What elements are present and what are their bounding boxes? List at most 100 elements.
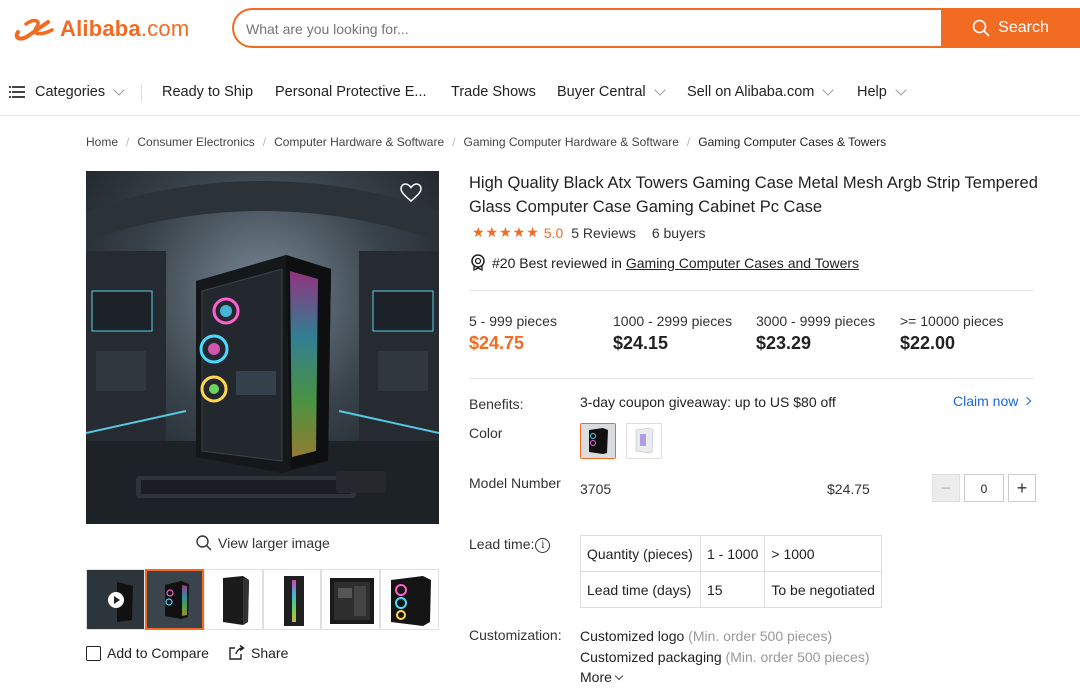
nav-help-label: Help xyxy=(857,84,887,100)
thumbnail-image[interactable] xyxy=(321,569,381,630)
customization-item-name: Customized packaging xyxy=(580,649,722,665)
chevron-down-icon xyxy=(113,84,125,96)
thumbnail-strip xyxy=(86,569,439,631)
view-larger-image-link[interactable]: View larger image xyxy=(196,535,330,551)
rating-score: 5.0 xyxy=(543,224,564,241)
quantity-stepper: − 0 + xyxy=(932,474,1036,502)
nav-buyer-central-label: Buyer Central xyxy=(557,84,646,100)
price-tier-range: 1000 - 2999 pieces xyxy=(613,313,733,329)
benefits-text: 3-day coupon giveaway: up to US $80 off xyxy=(580,394,836,410)
chevron-down-icon xyxy=(653,84,666,96)
divider xyxy=(469,290,1034,291)
color-label: Color xyxy=(469,425,503,441)
price-tier-value: $23.29 xyxy=(756,333,812,353)
customization-item: Customized packaging (Min. order 500 pie… xyxy=(580,649,869,665)
price-tier-value: $22.00 xyxy=(900,333,956,353)
thumbnail-image[interactable] xyxy=(203,569,263,630)
gaming-case-scene xyxy=(86,171,439,524)
nav-buyer-central[interactable]: Buyer Central xyxy=(557,84,666,100)
price-tier-range: 5 - 999 pieces xyxy=(469,313,557,329)
more-button[interactable]: More xyxy=(580,669,624,685)
breadcrumb-item[interactable]: Home xyxy=(86,135,118,149)
view-larger-label: View larger image xyxy=(218,535,330,551)
price-tier-range: >= 10000 pieces xyxy=(900,313,1004,329)
breadcrumb-item[interactable]: Gaming Computer Hardware & Software xyxy=(464,135,679,149)
chevron-right-icon xyxy=(1023,396,1032,406)
front-panel-thumbnail xyxy=(283,576,304,626)
customization-item-note: (Min. order 500 pieces) xyxy=(684,628,833,644)
lead-time-label-text: Lead time: xyxy=(469,536,535,552)
logo-suffix: .com xyxy=(140,16,190,41)
share-button[interactable]: Share xyxy=(228,645,288,661)
increase-quantity-button[interactable]: + xyxy=(1008,474,1036,502)
black-case-swatch xyxy=(581,424,615,458)
breadcrumb-separator: / xyxy=(452,135,456,149)
interior-thumbnail xyxy=(330,578,375,624)
reviews-link[interactable]: 5 Reviews xyxy=(571,225,636,241)
breadcrumb: Home / Consumer Electronics / Computer H… xyxy=(86,135,886,149)
thumbnail-image[interactable] xyxy=(144,569,204,630)
price-tier: 1000 - 2999 pieces $24.15 xyxy=(613,313,732,354)
model-number-label: Model Number xyxy=(469,475,561,491)
nav-help[interactable]: Help xyxy=(857,84,907,100)
nav-categories[interactable]: Categories xyxy=(9,84,125,100)
thumbnail-video[interactable] xyxy=(86,569,145,630)
nav-sell-label: Sell on Alibaba.com xyxy=(687,84,815,100)
nav-categories-label: Categories xyxy=(35,84,106,100)
table-cell: > 1000 xyxy=(764,535,882,572)
thumbnail-image[interactable] xyxy=(380,569,439,630)
thumbnail-image[interactable] xyxy=(262,569,322,630)
breadcrumb-separator: / xyxy=(126,135,130,149)
compare-checkbox[interactable] xyxy=(86,645,101,661)
nav-trade-shows[interactable]: Trade Shows xyxy=(451,84,536,100)
lead-time-table: Quantity (pieces) 1 - 1000 > 1000 Lead t… xyxy=(580,535,882,608)
best-reviewed-category-link[interactable]: Gaming Computer Cases and Towers xyxy=(626,255,859,271)
breadcrumb-item-current[interactable]: Gaming Computer Cases & Towers xyxy=(698,135,886,149)
table-cell: To be negotiated xyxy=(764,571,882,608)
video-thumbnail-icon xyxy=(87,570,144,629)
search-icon xyxy=(972,19,990,37)
breadcrumb-separator: / xyxy=(262,135,267,149)
share-label: Share xyxy=(251,645,289,661)
price-tier-value: $24.75 xyxy=(469,333,525,353)
color-swatch-black[interactable] xyxy=(580,423,616,459)
divider xyxy=(469,378,1034,379)
breadcrumb-item[interactable]: Consumer Electronics xyxy=(137,135,254,149)
add-to-compare[interactable]: Add to Compare xyxy=(86,645,209,661)
logo-name: Alibaba xyxy=(60,16,141,41)
white-case-swatch xyxy=(627,424,661,458)
table-row: Lead time (days) 15 To be negotiated xyxy=(580,571,882,608)
header: Alibaba.com Search xyxy=(0,0,1080,60)
best-reviewed-badge: #20 Best reviewed in Gaming Computer Cas… xyxy=(470,254,859,271)
black-case-thumbnail xyxy=(222,576,249,625)
top-nav: Categories Ready to Ship Personal Protec… xyxy=(0,70,1080,116)
table-cell: Quantity (pieces) xyxy=(580,535,701,572)
quantity-input[interactable]: 0 xyxy=(964,474,1004,502)
nav-sell[interactable]: Sell on Alibaba.com xyxy=(687,84,835,100)
table-cell: 15 xyxy=(699,571,766,608)
award-icon xyxy=(471,254,485,271)
nav-ppe[interactable]: Personal Protective E... xyxy=(275,84,427,100)
search-input[interactable] xyxy=(246,18,926,40)
breadcrumb-item[interactable]: Computer Hardware & Software xyxy=(274,135,444,149)
product-main-image[interactable] xyxy=(86,171,439,524)
rating-row: ★★★★★ 5.0 5 Reviews 6 buyers xyxy=(472,224,706,241)
color-swatch-white[interactable] xyxy=(626,423,662,459)
chevron-down-icon xyxy=(822,84,835,96)
search-button[interactable]: Search xyxy=(941,8,1080,48)
decrease-quantity-button[interactable]: − xyxy=(932,474,960,502)
info-icon[interactable]: i xyxy=(535,537,551,553)
rgb-fans-thumbnail xyxy=(391,576,432,626)
claim-now-link[interactable]: Claim now xyxy=(953,393,1032,409)
add-to-compare-label: Add to Compare xyxy=(107,645,209,661)
menu-icon xyxy=(9,86,25,98)
heart-icon[interactable] xyxy=(400,183,422,203)
alibaba-logo[interactable]: Alibaba.com xyxy=(12,14,189,44)
gaming-case-thumbnail xyxy=(146,571,202,628)
customization-item-note: (Min. order 500 pieces) xyxy=(721,649,870,665)
buyers-count: 6 buyers xyxy=(651,224,706,241)
share-icon xyxy=(229,645,245,660)
product-title: High Quality Black Atx Towers Gaming Cas… xyxy=(469,174,1038,216)
nav-ready-to-ship[interactable]: Ready to Ship xyxy=(162,84,253,100)
benefits-label: Benefits: xyxy=(469,396,524,412)
